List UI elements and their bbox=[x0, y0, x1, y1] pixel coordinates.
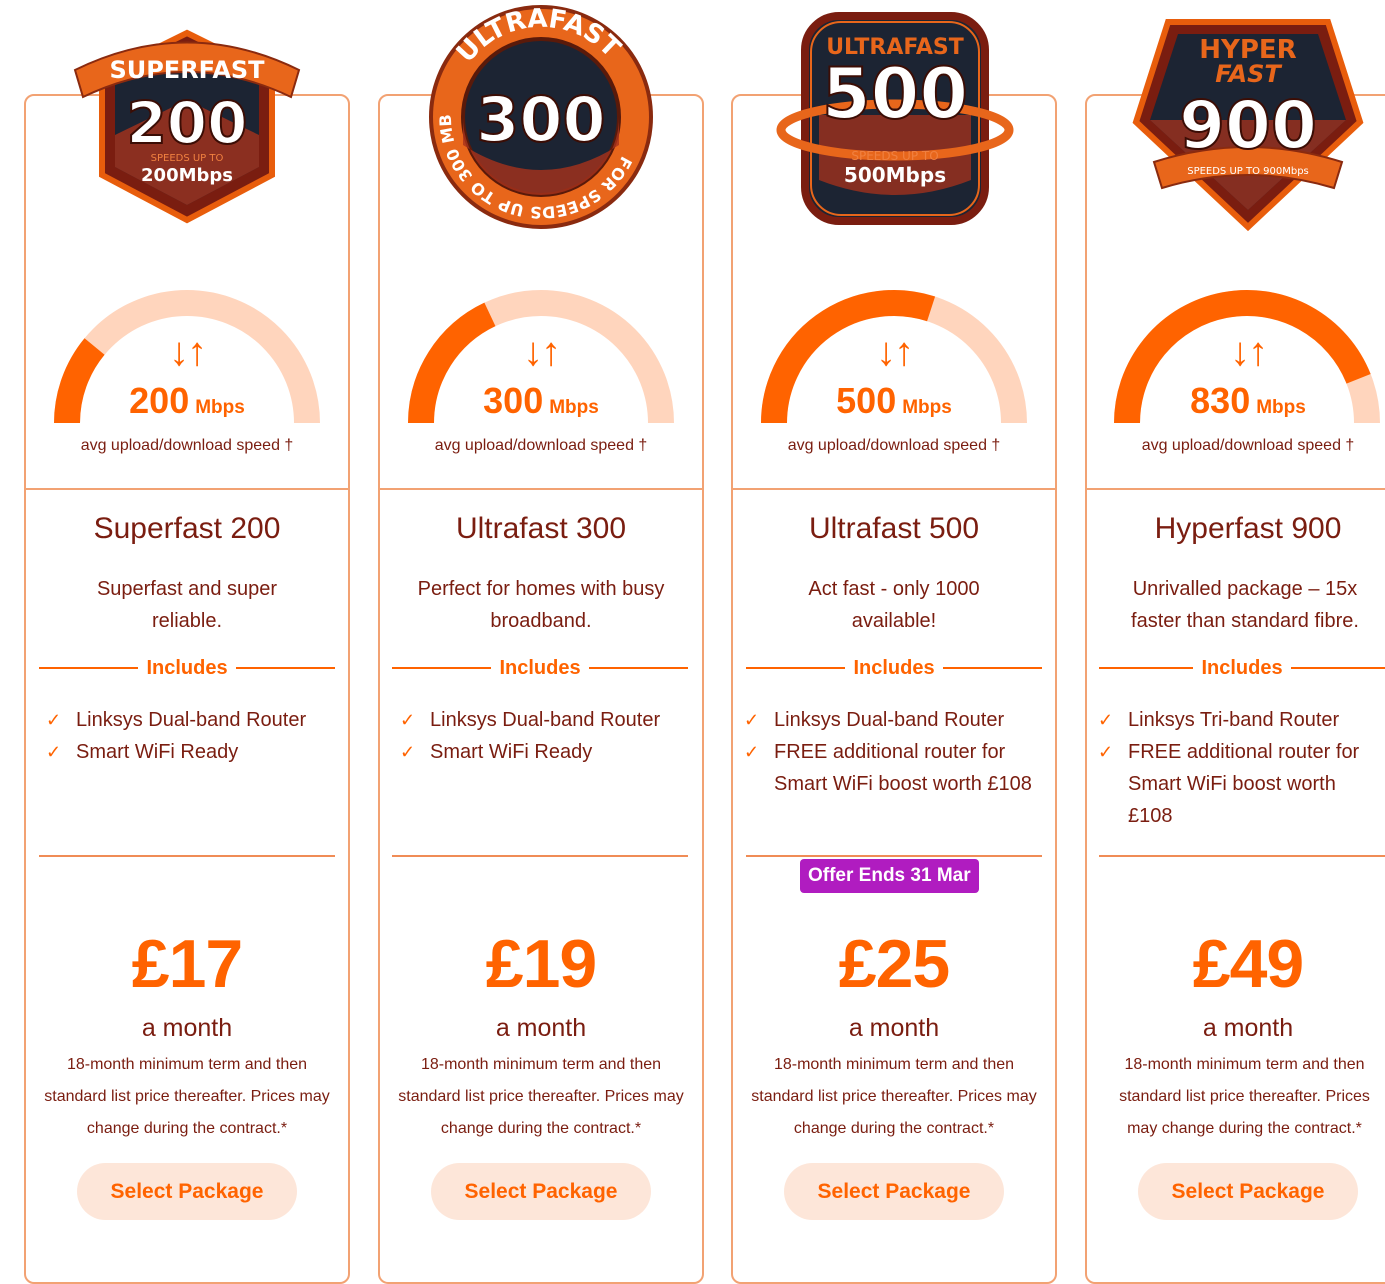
check-icon: ✓ bbox=[1098, 710, 1114, 730]
feature-item: ✓ Smart WiFi Ready bbox=[46, 736, 346, 768]
check-icon: ✓ bbox=[1098, 742, 1114, 762]
upload-download-arrows-icon: ↓↑ bbox=[876, 330, 914, 374]
upload-download-arrows-icon: ↓↑ bbox=[1230, 330, 1268, 374]
speed-caption: avg upload/download speed † bbox=[787, 437, 1001, 454]
package-description: Perfect for homes with busy broadband. bbox=[417, 578, 665, 632]
check-icon: ✓ bbox=[400, 710, 416, 730]
feature-item: ✓ FREE additional router for Smart WiFi b… bbox=[744, 736, 1034, 800]
package-title: Ultrafast 500 bbox=[808, 512, 980, 545]
feature-item: ✓ Linksys Tri-band Router bbox=[1098, 704, 1385, 736]
includes-header: Includes bbox=[39, 655, 336, 681]
upload-download-arrows-icon: ↓↑ bbox=[523, 330, 561, 374]
card-divider bbox=[378, 488, 704, 490]
hyperfast-900-badge-icon: HYPER FAST 900 SPEEDS UP TO 900Mbps bbox=[1128, 12, 1368, 237]
svg-text:SPEEDS UP TO: SPEEDS UP TO bbox=[851, 149, 938, 163]
svg-text:200Mbps: 200Mbps bbox=[141, 165, 233, 186]
svg-text:900: 900 bbox=[1179, 87, 1317, 164]
price: £49 bbox=[1192, 926, 1304, 1002]
package-description: Unrivalled package – 15x faster than sta… bbox=[1131, 578, 1359, 632]
check-icon: ✓ bbox=[46, 710, 62, 730]
offer-badge: Offer Ends 31 Mar bbox=[800, 859, 979, 893]
check-icon: ✓ bbox=[400, 742, 416, 762]
card-divider bbox=[24, 488, 350, 490]
contract-terms: 18-month minimum term and then standard … bbox=[751, 1056, 1037, 1137]
card-divider bbox=[1085, 488, 1385, 490]
includes-header: Includes bbox=[1099, 655, 1385, 681]
feature-list: ✓ Linksys Dual-band Router ✓ FREE addition… bbox=[744, 704, 1034, 800]
svg-text:500Mbps: 500Mbps bbox=[844, 163, 946, 187]
svg-text:500: 500 bbox=[822, 53, 968, 135]
select-package-button[interactable]: Select Package bbox=[784, 1163, 1004, 1220]
speed-value: 500 Mbps bbox=[836, 380, 952, 421]
price: £25 bbox=[838, 926, 950, 1002]
card-divider bbox=[731, 488, 1057, 490]
contract-terms: 18-month minimum term and then standard … bbox=[398, 1056, 684, 1137]
package-description: Superfast and super reliable. bbox=[96, 578, 278, 632]
speed-value: 200 Mbps bbox=[129, 380, 245, 421]
feature-item: ✓ FREE additional router for Smart WiFi b… bbox=[1098, 736, 1385, 832]
ultrafast-300-badge-icon: ULTRAFAST FOR SPEEDS UP TO 300 MBS 300 bbox=[415, 0, 661, 230]
price-period: a month bbox=[141, 1014, 233, 1042]
includes-header: Includes bbox=[392, 655, 689, 681]
includes-label: Includes bbox=[499, 656, 581, 679]
price-period: a month bbox=[495, 1014, 587, 1042]
price-period: a month bbox=[1202, 1014, 1294, 1042]
price-period: a month bbox=[848, 1014, 940, 1042]
contract-terms: 18-month minimum term and then standard … bbox=[1119, 1056, 1370, 1137]
superfast-200-badge-icon: SUPERFAST 200 SPEEDS UP TO 200Mbps bbox=[67, 15, 307, 240]
check-icon: ✓ bbox=[46, 742, 62, 762]
check-icon: ✓ bbox=[744, 742, 760, 762]
price: £17 bbox=[131, 926, 243, 1002]
price: £19 bbox=[485, 926, 597, 1002]
price-separator bbox=[39, 855, 335, 857]
price-separator bbox=[1099, 855, 1385, 857]
check-icon: ✓ bbox=[744, 710, 760, 730]
svg-text:200: 200 bbox=[126, 89, 247, 157]
speed-caption: avg upload/download speed † bbox=[80, 437, 294, 454]
includes-label: Includes bbox=[1201, 656, 1283, 679]
feature-item: ✓ Smart WiFi Ready bbox=[400, 736, 700, 768]
feature-item: ✓ Linksys Dual-band Router bbox=[400, 704, 700, 736]
feature-list: ✓ Linksys Tri-band Router ✓ FREE additiona… bbox=[1098, 704, 1385, 832]
price-separator bbox=[746, 855, 1042, 857]
feature-item: ✓ Linksys Dual-band Router bbox=[46, 704, 346, 736]
package-title: Superfast 200 bbox=[93, 512, 281, 545]
svg-text:300: 300 bbox=[476, 83, 605, 156]
speed-caption: avg upload/download speed † bbox=[1141, 437, 1355, 454]
svg-text:SUPERFAST: SUPERFAST bbox=[109, 56, 265, 84]
select-package-button[interactable]: Select Package bbox=[1138, 1163, 1358, 1220]
select-package-button[interactable]: Select Package bbox=[77, 1163, 297, 1220]
includes-label: Includes bbox=[146, 656, 228, 679]
includes-label: Includes bbox=[853, 656, 935, 679]
price-separator bbox=[392, 855, 688, 857]
svg-text:FAST: FAST bbox=[1215, 60, 1282, 88]
includes-header: Includes bbox=[746, 655, 1043, 681]
package-description: Act fast - only 1000 available! bbox=[808, 578, 980, 632]
speed-caption: avg upload/download speed † bbox=[434, 437, 648, 454]
feature-list: ✓ Linksys Dual-band Router ✓ Smart WiFi Re… bbox=[400, 704, 700, 768]
feature-item: ✓ Linksys Dual-band Router bbox=[744, 704, 1034, 736]
svg-text:SPEEDS UP TO: SPEEDS UP TO bbox=[151, 153, 224, 164]
feature-list: ✓ Linksys Dual-band Router ✓ Smart WiFi Re… bbox=[46, 704, 346, 768]
speed-value: 300 Mbps bbox=[483, 380, 599, 421]
contract-terms: 18-month minimum term and then standard … bbox=[44, 1056, 330, 1137]
upload-download-arrows-icon: ↓↑ bbox=[169, 330, 207, 374]
package-title: Hyperfast 900 bbox=[1154, 512, 1342, 545]
package-title: Ultrafast 300 bbox=[455, 512, 627, 545]
speed-value: 830 Mbps bbox=[1190, 380, 1306, 421]
select-package-button[interactable]: Select Package bbox=[431, 1163, 651, 1220]
ultrafast-500-badge-icon: ULTRAFAST 500 SPEEDS UP TO 500Mbps bbox=[775, 10, 1015, 235]
svg-text:SPEEDS UP TO 900Mbps: SPEEDS UP TO 900Mbps bbox=[1187, 166, 1309, 177]
